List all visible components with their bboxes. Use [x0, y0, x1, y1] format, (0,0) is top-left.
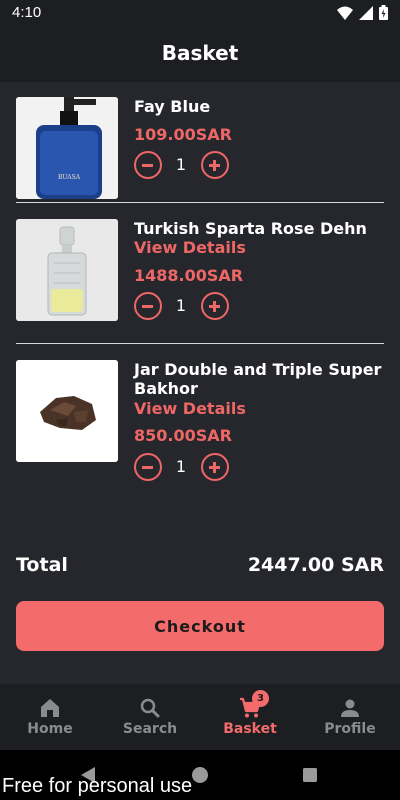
signal-icon	[359, 5, 373, 20]
nav-label: Basket	[223, 721, 277, 737]
product-price: 850.00SAR	[134, 426, 232, 445]
person-icon	[341, 699, 359, 717]
increase-quantity-button[interactable]	[201, 151, 229, 179]
total-label: Total	[16, 554, 68, 576]
home-icon	[41, 699, 59, 717]
quantity-value: 1	[175, 296, 187, 315]
watermark-text: Free for personal use	[2, 775, 193, 797]
increase-quantity-button[interactable]	[201, 453, 229, 481]
product-name[interactable]: Fay Blue	[134, 97, 382, 116]
quantity-value: 1	[175, 457, 187, 476]
page-title: Basket	[161, 41, 239, 65]
cart-count-badge: 3	[252, 690, 269, 707]
view-details-link[interactable]: View Details	[134, 238, 246, 257]
home-circle-icon[interactable]	[191, 766, 209, 784]
quantity-value: 1	[175, 155, 187, 174]
nav-label: Home	[27, 721, 73, 737]
decrease-quantity-button[interactable]	[134, 151, 162, 179]
product-price: 1488.00SAR	[134, 266, 244, 285]
product-name[interactable]: Jar Double and Triple Super Bakhor	[134, 360, 382, 398]
bottom-nav: Home Search 3 Basket Profile	[0, 684, 400, 750]
basket-item: Jar Double and Triple Super Bakhor View …	[16, 360, 384, 481]
basket-item: BUASA Fay Blue 109.00SAR 1	[16, 97, 384, 201]
decrease-quantity-button[interactable]	[134, 292, 162, 320]
decrease-quantity-button[interactable]	[134, 453, 162, 481]
svg-text:BUASA: BUASA	[58, 174, 81, 181]
search-icon	[140, 698, 160, 718]
product-name[interactable]: Turkish Sparta Rose Dehn	[134, 219, 382, 238]
status-icons	[337, 5, 388, 20]
wifi-icon	[337, 6, 353, 20]
status-bar: 4:10	[0, 0, 400, 26]
nav-label: Search	[122, 721, 178, 737]
product-image[interactable]	[16, 219, 118, 321]
basket-item: Turkish Sparta Rose Dehn View Details 14…	[16, 219, 384, 323]
total-value: 2447.00 SAR	[247, 554, 384, 576]
checkout-button[interactable]: Checkout	[16, 601, 384, 651]
battery-icon	[379, 5, 388, 20]
recents-icon[interactable]	[302, 767, 318, 783]
nav-item-basket[interactable]: 3 Basket	[200, 684, 300, 750]
divider	[16, 343, 384, 344]
divider	[16, 202, 384, 203]
status-time: 4:10	[12, 4, 42, 21]
increase-quantity-button[interactable]	[201, 292, 229, 320]
product-image[interactable]	[16, 360, 118, 462]
product-price: 109.00SAR	[134, 125, 232, 144]
quantity-stepper: 1	[134, 151, 234, 181]
nav-label: Profile	[324, 721, 376, 737]
nav-item-search[interactable]: Search	[100, 684, 200, 750]
view-details-link[interactable]: View Details	[134, 399, 246, 418]
nav-item-profile[interactable]: Profile	[300, 684, 400, 750]
quantity-stepper: 1	[134, 453, 234, 483]
product-image[interactable]: BUASA	[16, 97, 118, 199]
app-bar: Basket	[0, 26, 400, 82]
quantity-stepper: 1	[134, 292, 234, 322]
nav-item-home[interactable]: Home	[0, 684, 100, 750]
